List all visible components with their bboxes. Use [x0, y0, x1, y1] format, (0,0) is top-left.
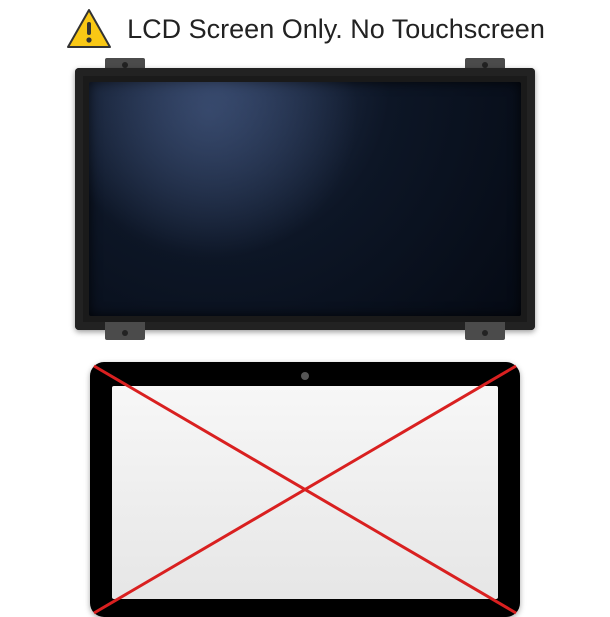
warning-text: LCD Screen Only. No Touchscreen — [127, 14, 545, 45]
lcd-display-area — [89, 82, 521, 316]
cross-out-icon — [90, 362, 520, 617]
mount-bracket — [105, 322, 145, 340]
warning-icon — [65, 8, 113, 50]
touchscreen-image-crossed — [90, 362, 520, 610]
lcd-screen-image — [75, 58, 535, 340]
mount-bracket — [465, 322, 505, 340]
warning-header: LCD Screen Only. No Touchscreen — [65, 8, 545, 50]
lcd-panel — [75, 68, 535, 330]
